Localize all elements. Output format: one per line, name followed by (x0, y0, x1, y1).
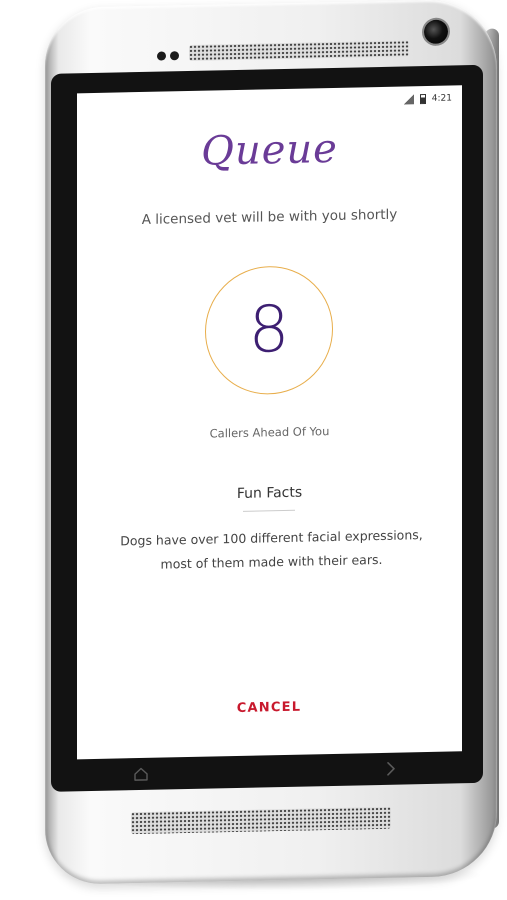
battery-icon (419, 94, 426, 105)
status-bar: 4:21 (403, 91, 452, 106)
cancel-button[interactable]: CANCEL (209, 692, 329, 723)
fun-facts-divider (243, 509, 295, 512)
fun-fact-text: Dogs have over 100 different facial expr… (120, 527, 423, 572)
fun-facts-heading: Fun Facts (236, 484, 303, 502)
queue-subtitle: A licensed vet will be with you shortly (141, 206, 398, 228)
phone: 4:21 Queue A licensed vet will be with y… (45, 0, 499, 886)
status-time: 4:21 (431, 93, 452, 104)
callers-ahead-count: 8 (248, 292, 290, 368)
app-screen: 4:21 Queue A licensed vet will be with y… (77, 85, 462, 760)
forward-arrow-icon[interactable] (381, 759, 401, 779)
callers-ahead-ring: 8 (205, 264, 333, 396)
device-mockup: 4:21 Queue A licensed vet will be with y… (0, 0, 507, 900)
signal-icon (403, 94, 414, 105)
page-title: Queue (201, 125, 338, 175)
home-icon[interactable] (131, 764, 151, 784)
sensor-dots (157, 51, 181, 62)
callers-ahead-label: Callers Ahead Of You (209, 424, 330, 441)
